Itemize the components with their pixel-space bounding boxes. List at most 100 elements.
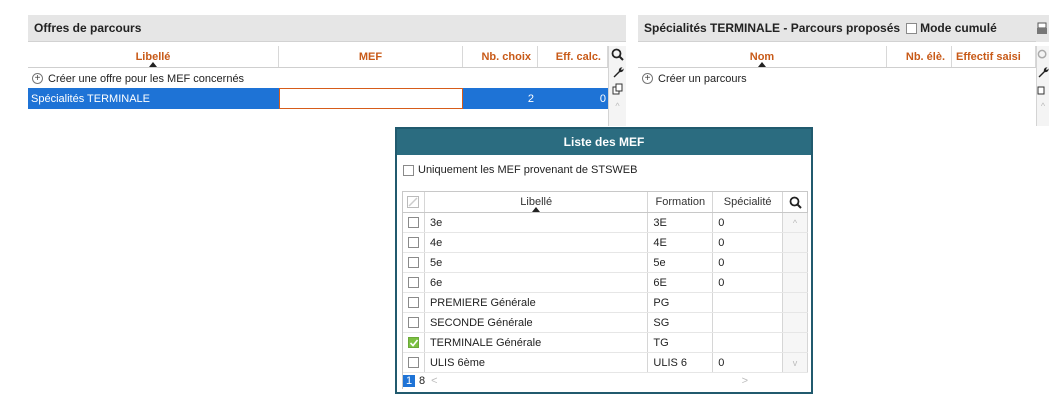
mef-scrollbar-cell[interactable] (783, 313, 808, 332)
stsweb-filter-label: Uniquement les MEF provenant de STSWEB (418, 164, 638, 176)
mef-specialite-cell: 0 (713, 273, 784, 292)
dialog-title: Liste des MEF (397, 129, 811, 155)
mef-rows: 3e 3E 0 ^ 4e 4E 0 5e 5e 0 6e 6E 0 PREMIERE Générale PG… (402, 213, 808, 373)
col-mef-header[interactable]: MEF (279, 46, 463, 67)
search-icon[interactable] (1035, 46, 1049, 63)
sort-indicator-icon (149, 62, 157, 67)
offer-eff-calc-cell: 0 (599, 92, 606, 105)
duplicate-icon[interactable] (1035, 80, 1049, 97)
mef-libelle-cell: 5e (425, 253, 649, 272)
scroll-down-arrow-icon[interactable]: v (783, 353, 808, 372)
mef-libelle-cell: PREMIERE Générale (425, 293, 649, 312)
col-libelle-header[interactable]: Libellé (28, 46, 279, 67)
stsweb-filter-checkbox[interactable] (403, 164, 414, 176)
left-panel-title: Offres de parcours (28, 15, 626, 42)
col-nb-choix-header[interactable]: Nb. choix (463, 46, 538, 67)
mef-row-checkbox-cell (403, 313, 425, 332)
mef-specialite-cell (713, 293, 784, 312)
mef-table-row[interactable]: 4e 4E 0 (403, 233, 808, 253)
mef-row-checkbox[interactable] (407, 337, 419, 348)
mef-scrollbar-cell[interactable] (783, 293, 808, 312)
mef-row-checkbox-cell (403, 353, 425, 372)
mode-cumule-checkbox[interactable] (906, 22, 918, 34)
col-mef-libelle-header[interactable]: Libellé (425, 192, 649, 212)
offer-libelle-cell: Spécialités TERMINALE (31, 92, 151, 105)
total-count: 8 (419, 375, 426, 387)
mef-table-row[interactable]: SECONDE Générale SG (403, 313, 808, 333)
mef-row-checkbox-cell (403, 233, 425, 252)
create-offer-label: Créer une offre pour les MEF concernés (48, 72, 245, 85)
left-table-header: Libellé MEF Nb. choix Eff. calc. (28, 46, 608, 68)
mef-specialite-cell: 0 (713, 353, 784, 372)
mef-row-checkbox[interactable] (407, 257, 419, 268)
dialog-title-text: Liste des MEF (563, 135, 645, 149)
mef-list-dialog: Liste des MEF Uniquement les MEF provena… (395, 127, 813, 394)
search-icon[interactable] (610, 46, 626, 63)
mef-row-checkbox[interactable] (407, 277, 419, 288)
right-table-header: Nom Nb. élè. Effectif saisi (638, 46, 1036, 68)
mef-row-checkbox-cell (403, 333, 425, 352)
print-icon[interactable] (1036, 15, 1049, 42)
create-parcours-row[interactable]: + Créer un parcours (638, 70, 1036, 87)
scroll-up-arrow-icon[interactable]: ^ (783, 213, 808, 232)
mode-cumule-label: Mode cumulé (920, 21, 997, 35)
col-effectif-saisi-header[interactable]: Effectif saisi (952, 46, 1036, 67)
mef-row-checkbox[interactable] (407, 237, 419, 248)
offer-nb-choix-cell: 2 (527, 92, 534, 105)
col-nom-header[interactable]: Nom (638, 46, 887, 67)
wrench-icon[interactable] (610, 63, 626, 80)
selected-count-badge: 1 (403, 375, 415, 387)
duplicate-icon[interactable] (610, 80, 626, 97)
add-circle-icon: + (32, 73, 43, 84)
mef-row-checkbox-cell (403, 213, 425, 232)
search-icon[interactable] (783, 192, 808, 212)
mef-formation-cell: ULIS 6 (648, 353, 714, 372)
scroll-up-arrow-icon[interactable]: ^ (1035, 97, 1049, 114)
select-all-icon[interactable] (403, 192, 425, 212)
mef-table-row[interactable]: PREMIERE Générale PG (403, 293, 808, 313)
mef-row-checkbox[interactable] (407, 297, 419, 308)
mef-libelle-cell: TERMINALE Générale (425, 333, 649, 352)
wrench-icon[interactable] (1035, 63, 1049, 80)
mef-specialite-cell: 0 (713, 213, 784, 232)
mef-table-row[interactable]: 3e 3E 0 ^ (403, 213, 808, 233)
scroll-right-arrow-icon[interactable]: > (742, 375, 748, 387)
sort-indicator-icon (758, 62, 766, 67)
right-panel-title-text: Spécialités TERMINALE - Parcours proposé… (644, 21, 901, 35)
create-offer-row[interactable]: + Créer une offre pour les MEF concernés (28, 70, 608, 87)
mef-row-checkbox[interactable] (407, 317, 419, 328)
scroll-left-arrow-icon[interactable]: < (431, 375, 437, 387)
mef-scrollbar-cell[interactable] (783, 333, 808, 352)
mef-libelle-cell: 4e (425, 233, 649, 252)
mef-edit-field[interactable] (279, 88, 463, 109)
mef-row-checkbox[interactable] (407, 217, 419, 228)
mef-table-row[interactable]: TERMINALE Générale TG (403, 333, 808, 353)
mef-scrollbar-cell[interactable] (783, 273, 808, 292)
mef-table-row[interactable]: 6e 6E 0 (403, 273, 808, 293)
add-circle-icon: + (642, 73, 653, 84)
mef-table-row[interactable]: ULIS 6ème ULIS 60v (403, 353, 808, 373)
offer-row-selected[interactable]: Spécialités TERMINALE 2 0 (28, 88, 608, 109)
mef-formation-cell: PG (648, 293, 714, 312)
mef-libelle-cell: 6e (425, 273, 649, 292)
mef-table: Libellé Formation Spécialité 3e 3E 0 ^ 4e 4E 0… (402, 191, 808, 389)
stsweb-filter[interactable]: Uniquement les MEF provenant de STSWEB (397, 155, 811, 185)
mef-scrollbar-cell[interactable] (783, 253, 808, 272)
col-eff-calc-header[interactable]: Eff. calc. (538, 46, 608, 67)
sort-indicator-icon (532, 207, 541, 212)
mef-row-checkbox[interactable] (407, 357, 419, 368)
mef-row-checkbox-cell (403, 253, 425, 272)
mef-libelle-cell: ULIS 6ème (425, 353, 649, 372)
scroll-up-arrow-icon[interactable]: ^ (610, 97, 626, 114)
left-toolbar: ^ (608, 46, 626, 126)
mef-row-checkbox-cell (403, 273, 425, 292)
mef-formation-cell: 6E (648, 273, 714, 292)
col-formation-header[interactable]: Formation (648, 192, 714, 212)
mef-specialite-cell (713, 333, 784, 352)
right-toolbar: ^ (1036, 46, 1049, 126)
mef-scrollbar-cell[interactable] (783, 233, 808, 252)
mef-formation-cell: TG (648, 333, 714, 352)
col-nb-eleves-header[interactable]: Nb. élè. (887, 46, 952, 67)
col-specialite-header[interactable]: Spécialité (713, 192, 784, 212)
mef-table-row[interactable]: 5e 5e 0 (403, 253, 808, 273)
